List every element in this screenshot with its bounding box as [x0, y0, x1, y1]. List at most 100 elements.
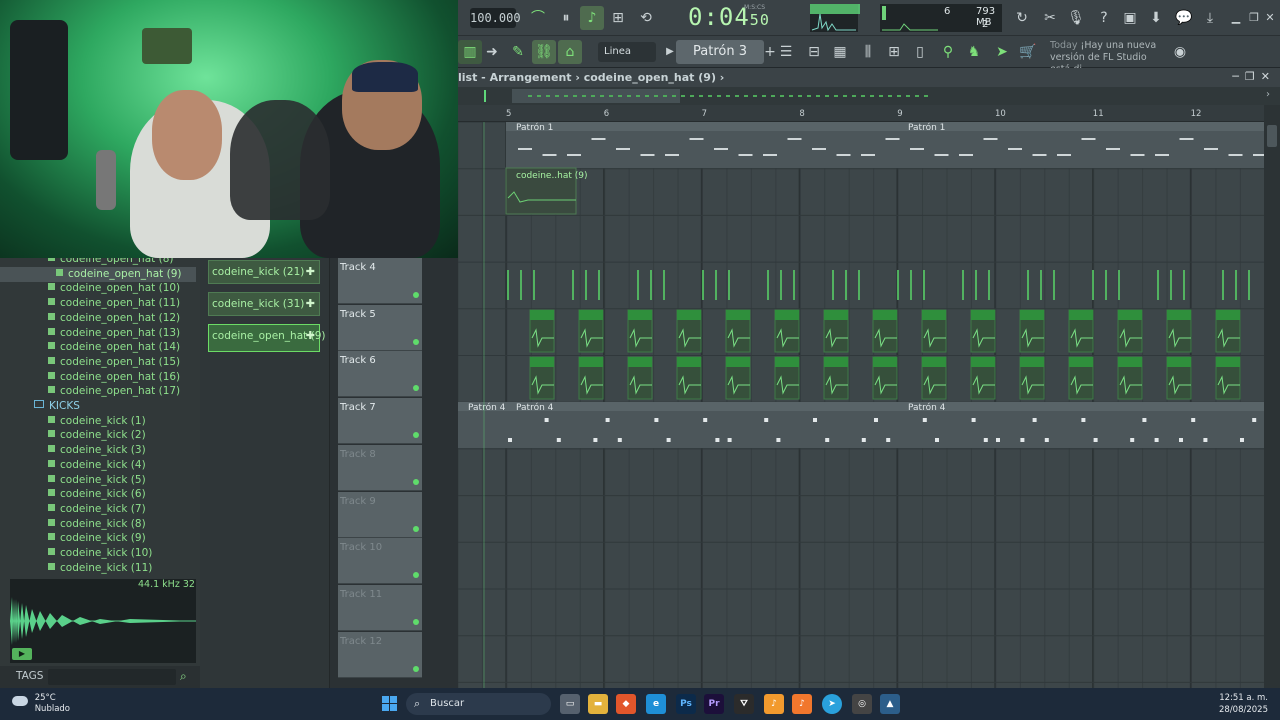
browser-item[interactable]: codeine_kick (6) [0, 487, 196, 502]
browser-item[interactable]: codeine_open_hat (12) [0, 311, 196, 326]
track-header[interactable]: Track 4 [338, 258, 422, 304]
mute-toggle[interactable] [413, 618, 419, 625]
plugin-icon[interactable]: ⚲ [936, 40, 960, 64]
fl-studio-icon[interactable]: ♪ [764, 694, 784, 714]
loop-record-icon[interactable]: ⟲ [634, 6, 658, 30]
browser-item[interactable]: codeine_kick (3) [0, 443, 196, 458]
track-header[interactable]: Track 6 [338, 351, 422, 398]
mixer-icon[interactable]: ⫼ [856, 40, 880, 64]
unreal-icon[interactable]: ⛛ [734, 694, 754, 714]
download-icon[interactable]: ⤓ [1198, 6, 1222, 30]
arrow-right-icon[interactable]: ➜ [480, 40, 504, 64]
chat-icon[interactable]: 💬 [1172, 6, 1196, 30]
track-header[interactable]: Track 7 [338, 398, 422, 445]
undo-icon[interactable]: ↻ [1010, 6, 1034, 30]
cut-icon[interactable]: ✂ [1038, 6, 1062, 30]
person-icon[interactable]: ♞ [962, 40, 986, 64]
taskbar-clock[interactable]: 12:51 a. m. 28/08/2025 [1219, 692, 1268, 716]
track-header[interactable]: Track 8 [338, 444, 422, 491]
countdown-icon[interactable]: ♪ [580, 6, 604, 30]
track-header[interactable]: Track 11 [338, 584, 422, 631]
move-icon[interactable]: ✚ [306, 325, 315, 347]
preview-play-button[interactable]: ▶ [12, 648, 32, 660]
file-icon[interactable]: ▯ [908, 40, 932, 64]
app-icon[interactable]: ▲ [880, 694, 900, 714]
move-icon[interactable]: ✚ [306, 293, 315, 315]
file-explorer-icon[interactable]: ▬ [588, 694, 608, 714]
channel-rack-icon[interactable]: ▦ [828, 40, 852, 64]
browser-item[interactable]: codeine_open_hat (16) [0, 370, 196, 385]
task-view-icon[interactable]: ▭ [560, 694, 580, 714]
browser-item[interactable]: codeine_kick (11) [0, 561, 196, 576]
browser-item[interactable]: codeine_kick (9) [0, 531, 196, 546]
draw-icon[interactable]: ✎ [506, 40, 530, 64]
browser-item[interactable]: codeine_open_hat (15) [0, 355, 196, 370]
track-header[interactable]: Track 10 [338, 538, 422, 585]
track-header[interactable]: Track 5 [338, 304, 422, 351]
browser-item[interactable]: codeine_kick (7) [0, 502, 196, 517]
playlist-overview[interactable]: › [458, 87, 1280, 105]
globe-icon[interactable]: ◉ [1168, 40, 1192, 64]
browser-folder[interactable]: KICKS [0, 399, 196, 414]
playlist-window-buttons[interactable]: ─❐✕ [1232, 70, 1276, 83]
browser-item[interactable]: codeine_kick (1) [0, 414, 196, 429]
brave-icon[interactable]: ◆ [616, 694, 636, 714]
photoshop-icon[interactable]: Ps [676, 694, 696, 714]
browser-item[interactable]: codeine_kick (4) [0, 458, 196, 473]
timeline-ruler[interactable]: 5 6 7 8 9 10 11 12 [458, 105, 1264, 122]
edge-icon[interactable]: e [646, 694, 666, 714]
snap-icon[interactable]: ⛓ [532, 40, 556, 64]
browser-item[interactable]: codeine_kick (2) [0, 428, 196, 443]
step-edit-icon[interactable]: ⊞ [606, 6, 630, 30]
playlist-icon[interactable]: ☰ [774, 40, 798, 64]
telegram-icon[interactable]: ➤ [822, 694, 842, 714]
mute-toggle[interactable] [413, 572, 419, 579]
track-header[interactable]: Track 12 [338, 631, 422, 678]
browser-item[interactable]: codeine_open_hat (9) [0, 266, 196, 282]
wait-input-icon[interactable]: ⏸ [554, 6, 578, 30]
close-icon[interactable]: ✕ [1258, 6, 1280, 30]
browser-item[interactable]: codeine_open_hat (14) [0, 340, 196, 355]
cart-icon[interactable]: 🛒 [1016, 40, 1040, 64]
mute-toggle[interactable] [413, 665, 419, 672]
tags-input[interactable] [48, 669, 176, 685]
send-icon[interactable]: ➤ [990, 40, 1014, 64]
premiere-icon[interactable]: Pr [704, 694, 724, 714]
browser-item[interactable]: codeine_open_hat (10) [0, 281, 196, 296]
vertical-scrollbar[interactable] [1264, 105, 1280, 688]
mute-toggle[interactable] [413, 385, 419, 392]
playlist-grid[interactable]: Patrón 1 Patrón 1 codeine..hat (9) Patrón 4… [458, 122, 1264, 688]
help-icon[interactable]: ? [1092, 6, 1116, 30]
pattern-selector[interactable]: Patrón 3 [676, 40, 764, 64]
picker-item[interactable]: codeine_kick (31) ✚ [208, 292, 320, 316]
obs-icon[interactable]: ◎ [852, 694, 872, 714]
track-header[interactable]: Track 9 [338, 491, 422, 538]
step-sequencer-icon[interactable]: ⊟ [802, 40, 826, 64]
mute-toggle[interactable] [413, 525, 419, 532]
piano-icon[interactable]: ▥ [458, 40, 482, 64]
picker-item[interactable]: codeine_open_hat (9) ✚ [208, 324, 325, 352]
browser-icon[interactable]: ⊞ [882, 40, 906, 64]
browser-item[interactable]: codeine_kick (8) [0, 517, 196, 532]
taskbar-search[interactable]: ⌕ Buscar [406, 693, 551, 715]
mute-toggle[interactable] [413, 338, 419, 345]
browser-item[interactable]: codeine_open_hat (17) [0, 384, 196, 399]
metronome-icon[interactable]: ⌒ [526, 6, 550, 30]
move-icon[interactable]: ✚ [306, 261, 315, 283]
mic-icon[interactable]: 🎙 [1064, 6, 1088, 30]
export-icon[interactable]: ⬇ [1144, 6, 1168, 30]
browser-item[interactable]: codeine_open_hat (13) [0, 326, 196, 341]
picker-item[interactable]: codeine_kick (21) ✚ [208, 260, 320, 284]
save-icon[interactable]: ▣ [1118, 6, 1142, 30]
snap-mode-select[interactable]: Linea [598, 42, 656, 62]
magnet-icon[interactable]: ⌂ [558, 40, 582, 64]
fl-studio-2-icon[interactable]: ♪ [792, 694, 812, 714]
mute-toggle[interactable] [413, 478, 419, 485]
browser-item[interactable]: codeine_kick (5) [0, 473, 196, 488]
weather-widget[interactable]: 25°C Nublado [12, 693, 70, 715]
tempo-display[interactable]: 100.000 [470, 8, 521, 28]
browser-item[interactable]: codeine_kick (10) [0, 546, 196, 561]
search-icon[interactable]: ⌕ [180, 669, 187, 684]
browser-item[interactable]: codeine_open_hat (11) [0, 296, 196, 311]
mute-toggle[interactable] [413, 432, 419, 439]
